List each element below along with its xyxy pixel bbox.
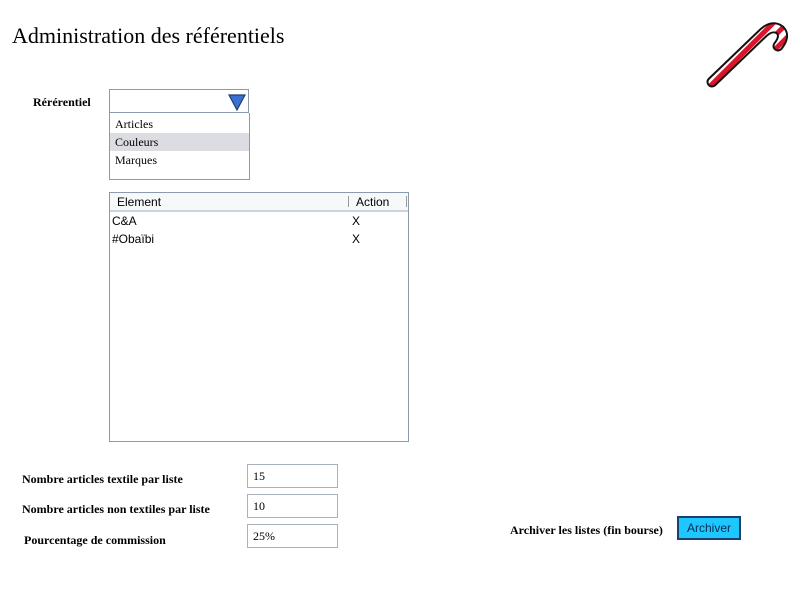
cell-element: C&A <box>112 214 137 228</box>
triangle-down-icon[interactable] <box>228 93 246 111</box>
dropdown-option-articles[interactable]: Articles <box>110 115 249 133</box>
cell-element: #Obaïbi <box>112 232 155 246</box>
textile-count-label: Nombre articles textile par liste <box>22 472 183 486</box>
archive-button[interactable]: Archiver <box>677 516 741 540</box>
archive-label: Archiver les listes (fin bourse) <box>510 523 663 537</box>
delete-action[interactable]: X <box>352 214 360 229</box>
referentiel-select[interactable] <box>109 89 249 113</box>
dropdown-option-couleurs[interactable]: Couleurs <box>110 133 249 151</box>
delete-action[interactable]: X <box>352 232 360 247</box>
textile-count-input[interactable]: 15 <box>247 464 338 488</box>
table-row[interactable]: #Obaïbi X <box>110 230 408 248</box>
non-textile-count-label: Nombre articles non textiles par liste <box>22 502 210 516</box>
elements-table: Element Action C&A X #Obaïbi X <box>109 192 409 442</box>
candy-cane-icon <box>706 22 788 88</box>
page-title: Administration des référentiels <box>12 23 285 48</box>
commission-label: Pourcentage de commission <box>24 533 166 547</box>
non-textile-count-input[interactable]: 10 <box>247 494 338 518</box>
referentiel-label: Rérérentiel <box>33 95 91 109</box>
commission-input[interactable]: 25% <box>247 524 338 548</box>
column-header-element[interactable]: Element <box>117 195 161 210</box>
dropdown-option-marques[interactable]: Marques <box>110 151 249 169</box>
table-header: Element Action <box>110 193 408 212</box>
table-row[interactable]: C&A X <box>110 212 408 230</box>
column-header-action[interactable]: Action <box>356 195 389 210</box>
referentiel-dropdown-list: Articles Couleurs Marques <box>109 113 250 180</box>
